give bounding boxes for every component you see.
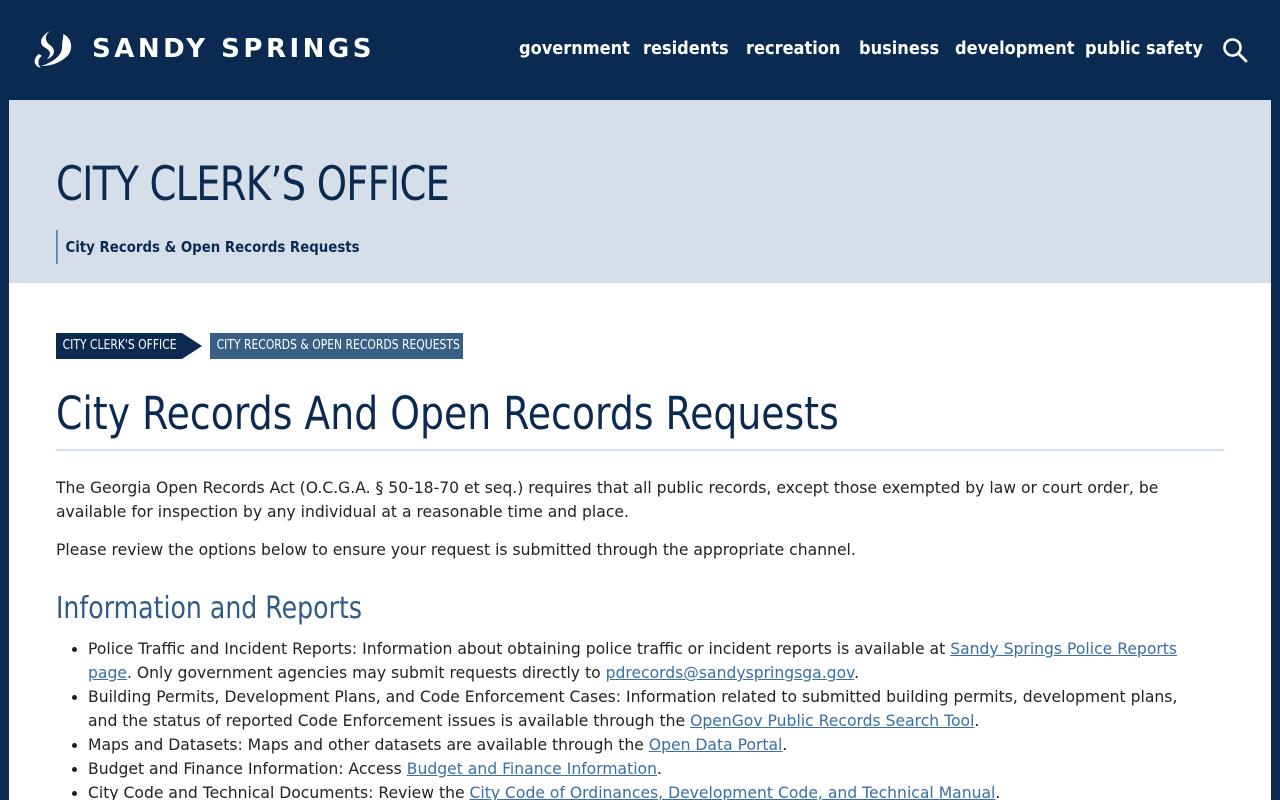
site-brand-name[interactable]: SANDY SPRINGS	[92, 34, 375, 64]
list-item-text: Maps and Datasets: Maps and other datase…	[88, 736, 649, 754]
list-item-text: City Code and Technical Documents: Revie…	[88, 784, 470, 800]
nav-residents[interactable]: residents	[643, 36, 729, 62]
review-paragraph: Please review the options below to ensur…	[56, 541, 856, 559]
breadcrumb-city-clerks-office[interactable]: CITY CLERK'S OFFICE	[56, 333, 202, 359]
list-item-text: Budget and Finance Information: Access	[88, 760, 407, 778]
site-header: SANDY SPRINGS government residents recre…	[9, 0, 1271, 100]
title-divider	[56, 449, 1224, 451]
list-item: Building Permits, Development Plans, and…	[88, 685, 1208, 733]
hero-banner: CITY CLERK’S OFFICE City Records & Open …	[9, 100, 1271, 283]
hero-subtitle-link[interactable]: City Records & Open Records Requests	[56, 230, 360, 264]
intro-paragraph: The Georgia Open Records Act (O.C.G.A. §…	[56, 479, 1159, 521]
list-item-text: .	[974, 712, 980, 730]
list-item: City Code and Technical Documents: Revie…	[88, 781, 1208, 800]
section-heading: Information and Reports	[56, 591, 362, 626]
list-item-text: .	[854, 664, 860, 682]
city-code-link[interactable]: City Code of Ordinances, Development Cod…	[470, 784, 996, 800]
info-list: Police Traffic and Incident Reports: Inf…	[56, 637, 1208, 800]
list-item-text: Police Traffic and Incident Reports: Inf…	[88, 640, 951, 658]
page-frame: SANDY SPRINGS government residents recre…	[9, 0, 1271, 800]
breadcrumb-label: CITY RECORDS & OPEN RECORDS REQUESTS	[216, 338, 460, 353]
sandy-springs-logo-icon[interactable]	[29, 26, 75, 72]
list-item: Police Traffic and Incident Reports: Inf…	[88, 637, 1208, 685]
nav-government[interactable]: government	[519, 36, 630, 62]
nav-public-safety[interactable]: public safety	[1085, 36, 1203, 62]
budget-finance-link[interactable]: Budget and Finance Information	[407, 760, 657, 778]
list-item-text: . Only government agencies may submit re…	[126, 664, 606, 682]
pdrecords-email-link[interactable]: pdrecords@sandyspringsga.gov	[606, 664, 855, 682]
opengov-search-link[interactable]: OpenGov Public Records Search Tool	[690, 712, 974, 730]
list-item: Budget and Finance Information: Access B…	[88, 757, 1208, 781]
breadcrumb-city-records[interactable]: CITY RECORDS & OPEN RECORDS REQUESTS	[210, 333, 463, 359]
hero-title: CITY CLERK’S OFFICE	[56, 157, 450, 212]
list-item-text: .	[656, 760, 662, 778]
list-item: Maps and Datasets: Maps and other datase…	[88, 733, 1208, 757]
nav-recreation[interactable]: recreation	[746, 36, 840, 62]
open-data-portal-link[interactable]: Open Data Portal	[649, 736, 783, 754]
search-icon[interactable]	[1222, 37, 1248, 63]
nav-development[interactable]: development	[955, 36, 1075, 62]
page-title: City Records And Open Records Requests	[56, 387, 839, 440]
breadcrumb-label: CITY CLERK'S OFFICE	[62, 338, 177, 353]
nav-business[interactable]: business	[859, 36, 939, 62]
list-item-text: Building Permits, Development Plans, and…	[88, 688, 1178, 730]
list-item-text: .	[995, 784, 1001, 800]
list-item-text: .	[782, 736, 788, 754]
